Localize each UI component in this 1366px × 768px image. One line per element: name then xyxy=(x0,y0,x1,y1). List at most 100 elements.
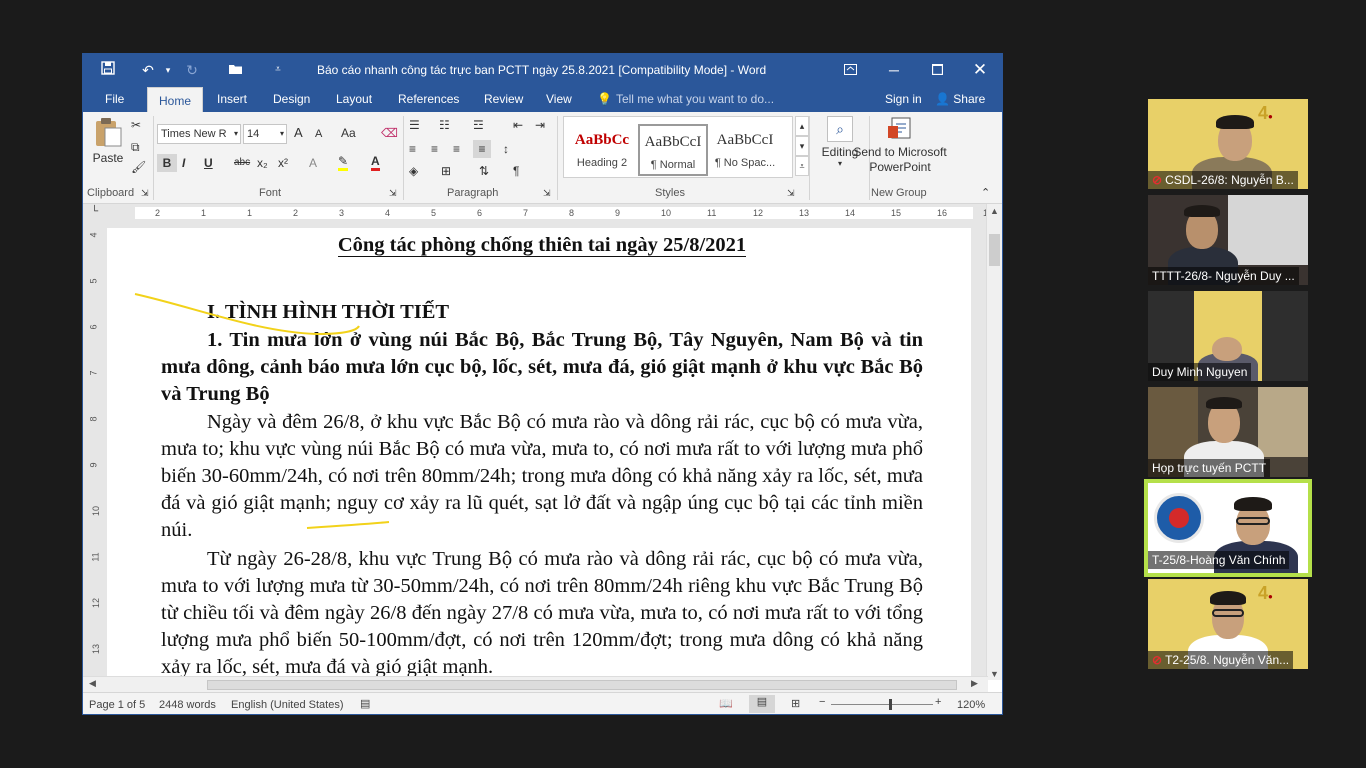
styles-scroll-down-icon[interactable]: ▾ xyxy=(795,136,809,156)
line-spacing-icon[interactable]: ↕ xyxy=(503,140,509,158)
styles-more-icon[interactable]: ⩡ xyxy=(795,156,809,176)
highlight-color-icon[interactable]: ✎ xyxy=(338,154,349,171)
font-size-box[interactable]: 14 ▾ xyxy=(243,124,287,144)
redo-icon[interactable]: ↻ xyxy=(181,60,203,80)
show-formatting-icon[interactable]: ¶ xyxy=(513,162,519,180)
participant-tile[interactable]: TTTT-26/8- Nguyễn Duy ... xyxy=(1148,195,1308,285)
italic-button[interactable]: I xyxy=(182,154,185,172)
decrease-indent-icon[interactable]: ⇤ xyxy=(513,116,523,134)
language-indicator[interactable]: English (United States) xyxy=(231,699,344,711)
subscript-button[interactable]: x₂ xyxy=(257,154,268,172)
vertical-scrollbar[interactable]: ▲ ▼ xyxy=(986,204,1002,680)
print-layout-icon[interactable]: ▤ xyxy=(749,695,775,713)
proofing-icon[interactable]: ▤ xyxy=(360,697,370,710)
scroll-left-icon[interactable]: ◀ xyxy=(89,678,96,689)
bold-button[interactable]: B xyxy=(157,154,177,172)
share-button[interactable]: 👤 Share xyxy=(935,86,985,112)
page-count[interactable]: Page 1 of 5 xyxy=(89,699,145,711)
document-page[interactable]: Công tác phòng chống thiên tai ngày 25/8… xyxy=(107,228,971,680)
tab-home[interactable]: Home xyxy=(147,87,204,112)
tab-design[interactable]: Design xyxy=(267,86,316,112)
zoom-slider[interactable] xyxy=(831,699,933,710)
horizontal-scroll-thumb[interactable] xyxy=(207,680,957,690)
scroll-up-icon[interactable]: ▲ xyxy=(990,206,999,216)
word-count[interactable]: 2448 words xyxy=(159,699,216,711)
numbering-icon[interactable]: ☷ xyxy=(439,116,450,134)
strikethrough-button[interactable]: abc xyxy=(234,154,250,172)
cut-icon[interactable]: ✂ xyxy=(131,116,141,134)
clipboard-launcher-icon[interactable]: ⇲ xyxy=(141,184,149,202)
undo-dropdown-icon[interactable]: ▾ xyxy=(157,60,179,80)
styles-launcher-icon[interactable]: ⇲ xyxy=(787,184,795,202)
format-painter-icon[interactable]: 🖌 xyxy=(131,158,146,176)
underline-button[interactable]: U xyxy=(204,154,213,172)
customize-toolbar-icon[interactable]: ⩡ xyxy=(267,60,289,80)
shading-icon[interactable]: ◈ xyxy=(409,162,418,180)
clear-formatting-icon[interactable]: ⌫ xyxy=(381,124,398,142)
tab-file[interactable]: File xyxy=(99,86,130,112)
paste-button[interactable]: Paste xyxy=(89,116,127,176)
style-heading-2[interactable]: AaBbCc Heading 2 xyxy=(567,124,637,176)
borders-icon[interactable]: ⊞ xyxy=(441,162,451,180)
zoom-in-icon[interactable]: + xyxy=(935,696,941,708)
send-to-powerpoint-button[interactable]: Send to Microsoft PowerPoint xyxy=(845,116,955,182)
logo-badge: 4● xyxy=(1258,103,1273,123)
participant-tile[interactable]: 4● ⊘ T2-25/8. Nguyễn Văn... xyxy=(1148,579,1308,669)
participant-tile[interactable]: 4● ⊘ CSDL-26/8: Nguyễn B... xyxy=(1148,99,1308,189)
tab-review[interactable]: Review xyxy=(478,86,529,112)
minimize-icon[interactable]: ─ xyxy=(883,60,905,80)
font-name-box[interactable]: Times New R ▾ xyxy=(157,124,241,144)
increase-indent-icon[interactable]: ⇥ xyxy=(535,116,545,134)
styles-scroll-up-icon[interactable]: ▴ xyxy=(795,116,809,136)
collapse-ribbon-icon[interactable]: ⌃ xyxy=(981,184,990,202)
participant-tile[interactable]: Duy Minh Nguyen xyxy=(1148,291,1308,381)
tab-references[interactable]: References xyxy=(392,86,465,112)
copy-icon[interactable]: ⧉ xyxy=(131,138,140,156)
tab-selector-icon[interactable]: └ xyxy=(91,206,98,217)
zoom-slider-thumb[interactable] xyxy=(889,699,892,710)
horizontal-ruler[interactable]: └ 21123456789101112131415161718 xyxy=(83,204,993,222)
paragraph-launcher-icon[interactable]: ⇲ xyxy=(543,184,551,202)
maximize-icon[interactable] xyxy=(926,60,948,80)
tab-view[interactable]: View xyxy=(540,86,578,112)
horizontal-scrollbar[interactable]: ◀ ▶ xyxy=(83,676,988,692)
web-layout-icon[interactable]: ⊞ xyxy=(791,697,800,710)
read-mode-icon[interactable]: 📖 xyxy=(719,697,733,710)
vertical-ruler[interactable]: 4 5 6 7 8 9 10 11 12 13 xyxy=(83,222,107,680)
participant-hair xyxy=(1184,205,1220,217)
close-icon[interactable]: ✕ xyxy=(969,60,991,80)
tab-layout[interactable]: Layout xyxy=(330,86,378,112)
tell-me-box[interactable]: 💡 Tell me what you want to do... xyxy=(597,86,774,112)
align-left-icon[interactable]: ≡ xyxy=(409,140,416,158)
justify-icon[interactable]: ≡ xyxy=(473,140,491,158)
grow-font-button[interactable]: A xyxy=(294,124,303,142)
style-normal[interactable]: AaBbCcI ¶ Normal xyxy=(638,124,708,176)
font-color-button[interactable]: A xyxy=(371,154,380,171)
undo-icon[interactable]: ↶ xyxy=(137,60,159,80)
zoom-level[interactable]: 120% xyxy=(957,699,985,711)
save-icon[interactable] xyxy=(97,60,119,80)
change-case-button[interactable]: Aa xyxy=(341,124,356,142)
scroll-right-icon[interactable]: ▶ xyxy=(971,678,978,689)
multilevel-list-icon[interactable]: ☲ xyxy=(473,116,484,134)
ruler-number: 11 xyxy=(90,552,101,562)
font-launcher-icon[interactable]: ⇲ xyxy=(389,184,397,202)
superscript-button[interactable]: x² xyxy=(278,154,288,172)
align-center-icon[interactable]: ≡ xyxy=(431,140,438,158)
scroll-down-icon[interactable]: ▼ xyxy=(990,669,999,679)
bullets-icon[interactable]: ☰ xyxy=(409,116,420,134)
participant-name: TTTT-26/8- Nguyễn Duy ... xyxy=(1148,267,1299,285)
vertical-scroll-thumb[interactable] xyxy=(989,234,1000,266)
sign-in-link[interactable]: Sign in xyxy=(885,86,922,112)
style-no-spacing[interactable]: AaBbCcI ¶ No Spac... xyxy=(710,124,780,176)
tab-insert[interactable]: Insert xyxy=(211,86,253,112)
open-folder-icon[interactable] xyxy=(225,60,247,80)
text-effects-button[interactable]: A xyxy=(309,154,317,172)
align-right-icon[interactable]: ≡ xyxy=(453,140,460,158)
participant-tile[interactable]: Họp trực tuyến PCTT xyxy=(1148,387,1308,477)
participant-tile-active-speaker[interactable]: T-25/8-Hoàng Văn Chính xyxy=(1144,479,1312,577)
sort-icon[interactable]: ⇅ xyxy=(479,162,489,180)
shrink-font-button[interactable]: A xyxy=(315,125,322,143)
zoom-out-icon[interactable]: − xyxy=(819,696,825,708)
ribbon-display-options-icon[interactable] xyxy=(839,60,861,80)
